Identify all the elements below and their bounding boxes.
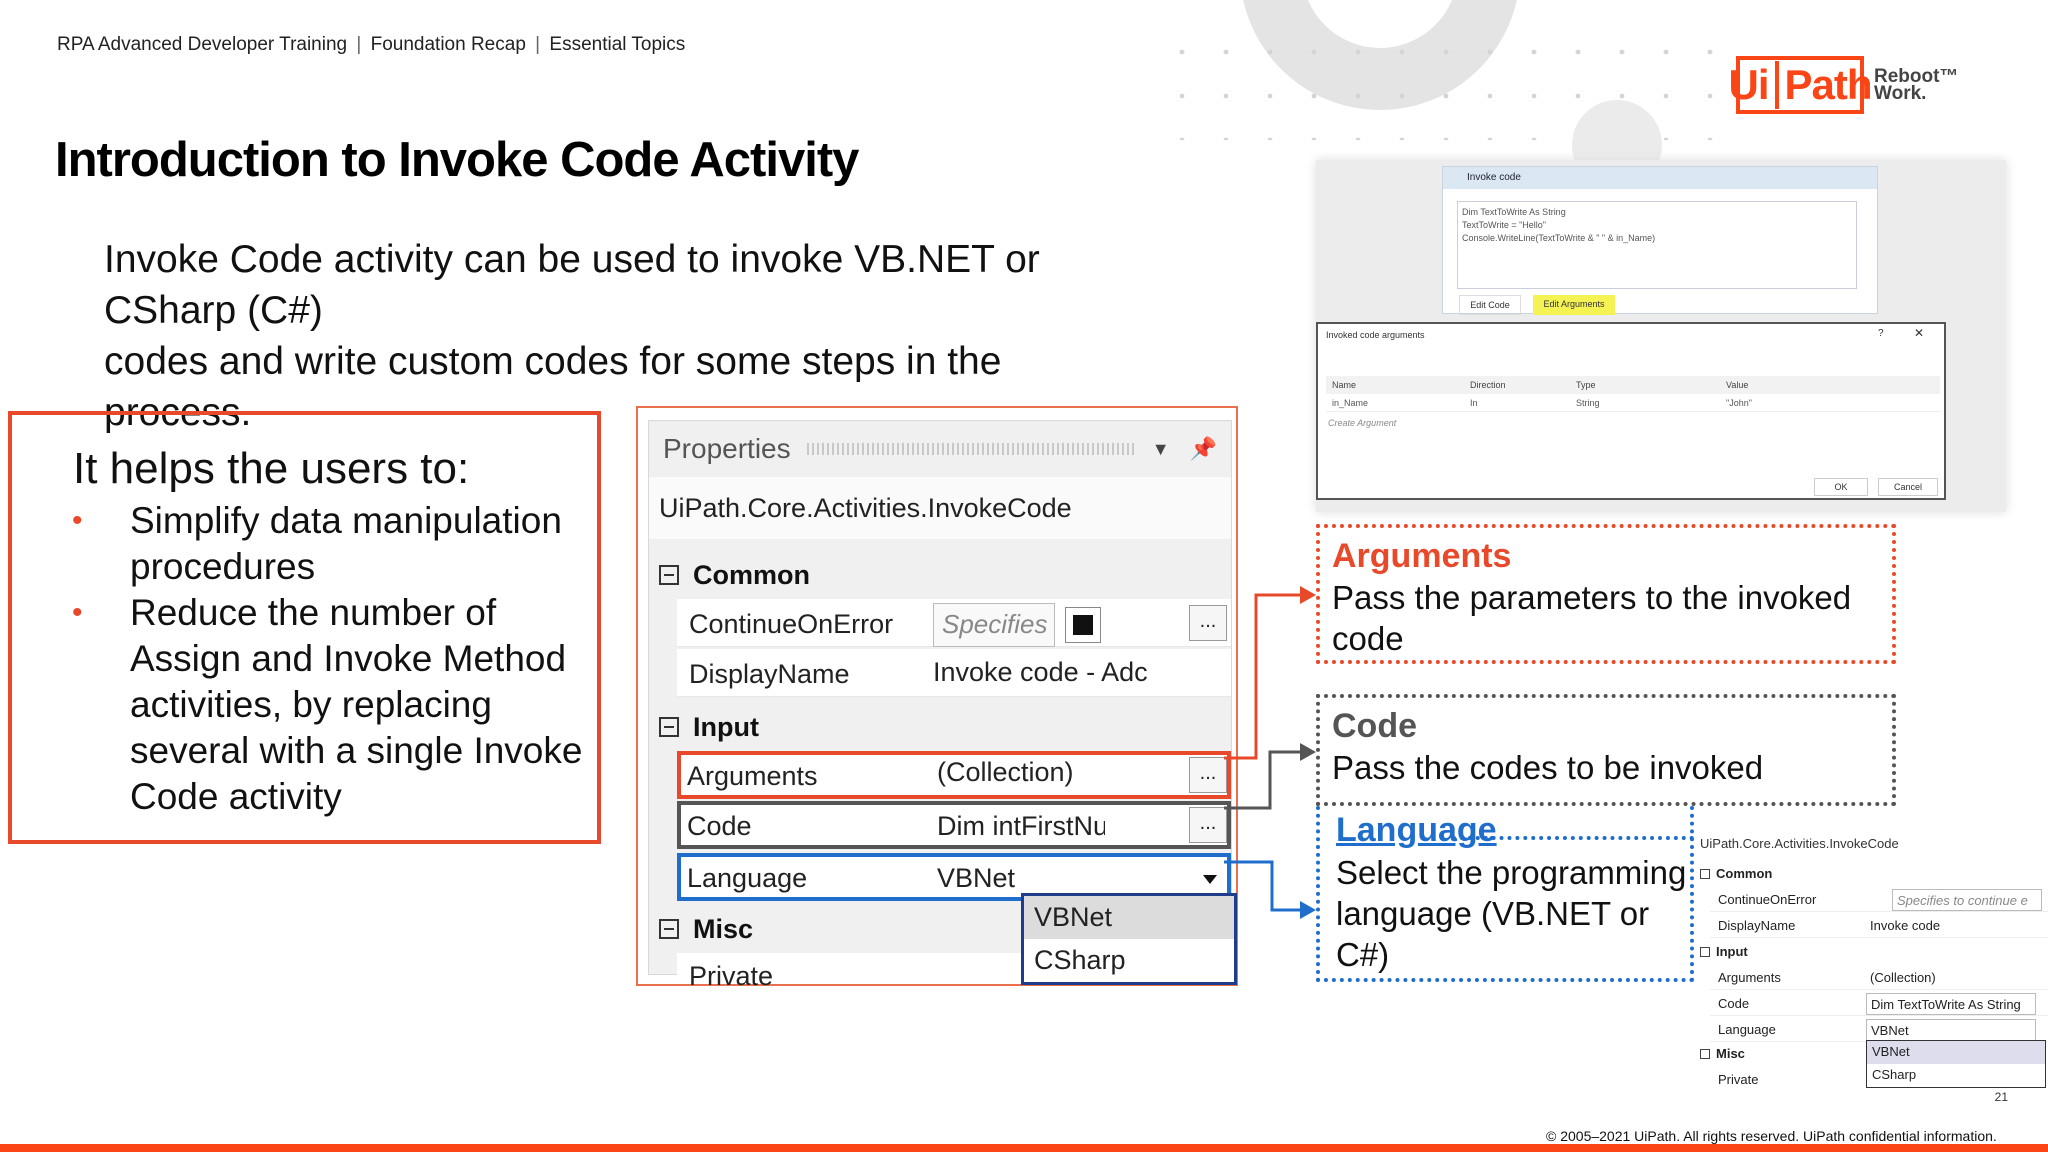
code-preview: Dim TextToWrite As String TextToWrite = … bbox=[1457, 201, 1857, 289]
help-icon[interactable]: ? bbox=[1878, 328, 1884, 339]
mini-properties-screenshot: UiPath.Core.Activities.InvokeCode Common… bbox=[1698, 828, 2048, 1128]
collapse-icon bbox=[1700, 947, 1710, 957]
table-row[interactable]: in_Name In String "John" bbox=[1326, 394, 1940, 412]
arguments-connector bbox=[1224, 593, 1308, 760]
mini-activity-type: UiPath.Core.Activities.InvokeCode bbox=[1700, 836, 1899, 851]
dialog-title: Invoked code arguments bbox=[1326, 330, 1425, 340]
callout-code-body: Pass the codes to be invoked bbox=[1332, 749, 1764, 786]
brand-bottom-bar bbox=[0, 1144, 2048, 1152]
mini-row-continue-on-error: ContinueOnError Specifies to continue e bbox=[1710, 888, 2048, 912]
mini-category-common: Common bbox=[1700, 866, 1772, 881]
mini-category-input: Input bbox=[1700, 944, 1748, 959]
language-arrowhead bbox=[1300, 901, 1316, 919]
edit-arguments-button[interactable]: Edit Arguments bbox=[1533, 295, 1615, 315]
code-arrowhead bbox=[1300, 743, 1316, 761]
callout-language-body: Select the programming language (VB.NET … bbox=[1336, 854, 1687, 973]
collapse-icon bbox=[1700, 1049, 1710, 1059]
arguments-arrowhead bbox=[1300, 586, 1316, 604]
create-argument-link[interactable]: Create Argument bbox=[1328, 418, 1396, 428]
callout-language-heading: Language bbox=[1336, 811, 1497, 849]
close-icon[interactable]: ✕ bbox=[1914, 326, 1924, 340]
callout-code: Code Pass the codes to be invoked bbox=[1316, 694, 1896, 806]
callout-code-heading: Code bbox=[1332, 707, 1417, 745]
mini-category-misc: Misc bbox=[1700, 1046, 1745, 1061]
arguments-table-header: Name Direction Type Value bbox=[1326, 376, 1940, 394]
copyright-footer: © 2005–2021 UiPath. All rights reserved.… bbox=[1546, 1128, 1997, 1144]
cancel-button[interactable]: Cancel bbox=[1878, 478, 1938, 496]
invoke-code-screenshot: Invoke code Dim TextToWrite As String Te… bbox=[1316, 160, 2006, 512]
edit-code-button[interactable]: Edit Code bbox=[1459, 295, 1521, 315]
ok-button[interactable]: OK bbox=[1814, 478, 1868, 496]
mini-row-code: Code Dim TextToWrite As String bbox=[1710, 992, 2048, 1016]
mini-row-display-name: DisplayName Invoke code bbox=[1710, 914, 2048, 938]
invoke-code-activity-card: Invoke code Dim TextToWrite As String Te… bbox=[1442, 166, 1878, 315]
activity-title-bar: Invoke code bbox=[1443, 167, 1877, 189]
language-connector bbox=[1224, 860, 1308, 912]
callout-arguments-body: Pass the parameters to the invoked code bbox=[1332, 579, 1852, 657]
invoked-code-arguments-dialog: Invoked code arguments ? ✕ Name Directio… bbox=[1316, 322, 1946, 500]
callout-arguments: Arguments Pass the parameters to the inv… bbox=[1316, 524, 1896, 664]
collapse-icon bbox=[1700, 869, 1710, 879]
callout-arguments-heading: Arguments bbox=[1332, 537, 1512, 575]
mini-language-dropdown: VBNet CSharp bbox=[1866, 1040, 2046, 1088]
mini-row-arguments: Arguments (Collection) bbox=[1710, 966, 2048, 990]
code-connector bbox=[1224, 750, 1308, 810]
callout-language: Language Select the programming language… bbox=[1316, 806, 1694, 982]
mini-row-language: Language VBNet bbox=[1710, 1018, 2048, 1042]
page-number: 21 bbox=[1994, 1090, 2008, 1104]
